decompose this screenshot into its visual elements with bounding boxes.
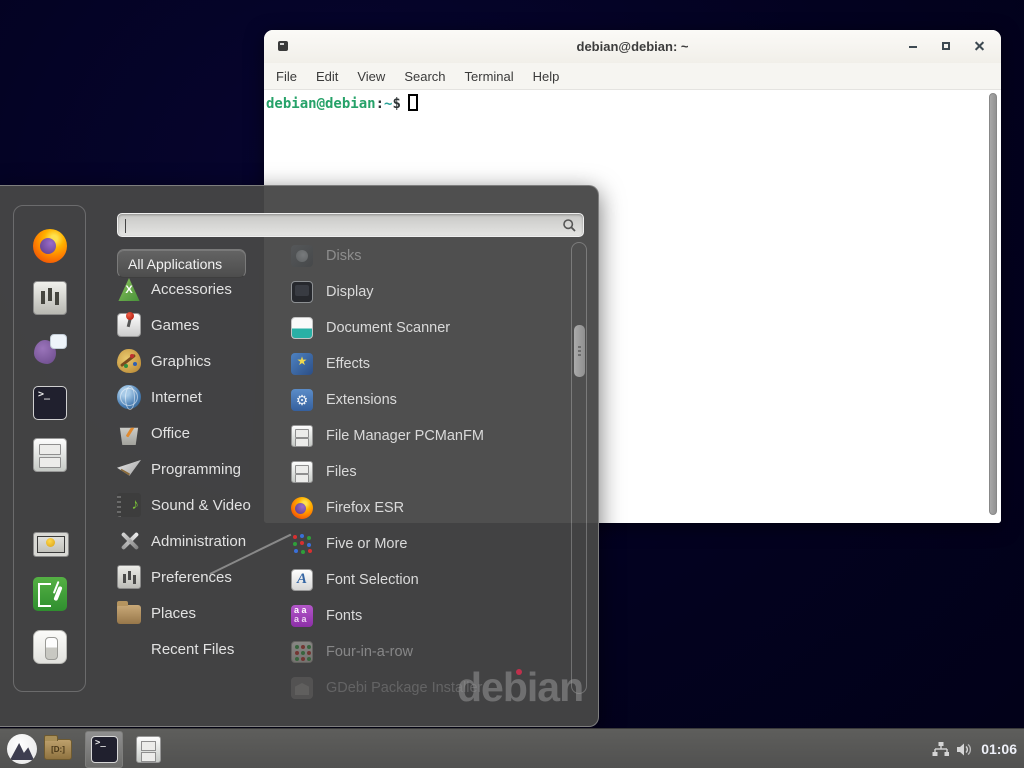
menu-help[interactable]: Help <box>533 69 560 84</box>
places-icon <box>117 605 141 624</box>
office-icon <box>117 421 141 445</box>
app-fonts[interactable]: Fonts <box>291 601 362 631</box>
firefox-icon[interactable] <box>33 229 67 263</box>
terminal-icon <box>91 736 118 763</box>
five-or-more-icon <box>291 533 313 555</box>
file-cabinet-icon[interactable] <box>33 438 67 472</box>
shutdown-icon[interactable] <box>33 630 67 664</box>
all-applications-label: All Applications <box>128 256 222 272</box>
maximize-icon[interactable] <box>941 41 952 52</box>
menu-view[interactable]: View <box>357 69 385 84</box>
volume-icon[interactable] <box>956 741 974 758</box>
effects-icon <box>291 353 313 375</box>
menu-scrollbar-thumb[interactable] <box>574 325 585 377</box>
clock[interactable]: 01:06 <box>981 741 1017 757</box>
app-file-manager-pcmanfm[interactable]: File Manager PCManFM <box>291 421 484 451</box>
category-office[interactable]: Office <box>117 418 190 448</box>
category-places[interactable]: Places <box>117 598 196 628</box>
terminal-task-button[interactable] <box>85 731 123 768</box>
app-files[interactable]: Files <box>291 457 357 487</box>
app-four-in-a-row[interactable]: Four-in-a-row <box>291 637 413 667</box>
network-icon[interactable] <box>932 741 949 758</box>
screensaver-icon[interactable] <box>33 530 67 564</box>
terminal-cursor <box>408 94 418 111</box>
extensions-icon <box>291 389 313 411</box>
search-box <box>117 213 584 237</box>
graphics-icon <box>117 349 141 373</box>
terminal-icon[interactable] <box>33 386 67 420</box>
category-accessories[interactable]: Accessories <box>117 274 232 304</box>
prompt-colon: : <box>376 96 384 112</box>
app-extensions[interactable]: Extensions <box>291 385 397 415</box>
disks-icon <box>291 245 313 267</box>
terminal-window-icon <box>278 41 288 51</box>
app-effects[interactable]: Effects <box>291 349 370 379</box>
category-games[interactable]: Games <box>117 310 199 340</box>
prompt-dollar: $ <box>392 96 400 112</box>
prompt-user-host: debian@debian <box>266 96 376 112</box>
menu-file[interactable]: File <box>276 69 297 84</box>
menu-scrollbar-track[interactable] <box>571 242 587 694</box>
app-document-scanner[interactable]: Document Scanner <box>291 313 450 343</box>
close-icon[interactable] <box>974 41 985 52</box>
app-gdebi-package-installer[interactable]: GDebi Package Installer <box>291 673 482 703</box>
pidgin-icon[interactable] <box>33 332 67 366</box>
file-cabinet-icon <box>291 425 313 447</box>
app-font-selection[interactable]: Font Selection <box>291 565 419 595</box>
desktop: debian@debian: ~ File Edit View Search T… <box>0 0 1024 768</box>
app-disks[interactable]: Disks <box>291 241 361 271</box>
terminal-menubar: File Edit View Search Terminal Help <box>264 63 1001 90</box>
category-recent-files[interactable]: Recent Files <box>117 634 234 664</box>
control-center-icon[interactable] <box>33 281 67 315</box>
debian-watermark-dot <box>516 669 522 675</box>
app-firefox-esr[interactable]: Firefox ESR <box>291 493 404 523</box>
category-graphics[interactable]: Graphics <box>117 346 211 376</box>
application-menu: All Applications Accessories Games Graph… <box>0 185 599 727</box>
internet-icon <box>117 385 141 409</box>
menu-search[interactable]: Search <box>404 69 445 84</box>
programming-icon <box>117 457 141 481</box>
text-caret <box>125 219 126 233</box>
document-scanner-icon <box>291 317 313 339</box>
display-icon <box>291 281 313 303</box>
search-icon <box>562 218 577 233</box>
terminal-titlebar[interactable]: debian@debian: ~ <box>264 30 1001 63</box>
file-cabinet-icon[interactable] <box>136 736 161 763</box>
minimize-icon[interactable] <box>908 41 919 52</box>
category-sound-video[interactable]: Sound & Video <box>117 490 251 520</box>
sound-video-icon <box>117 493 141 517</box>
menu-button[interactable] <box>7 734 37 764</box>
fonts-icon <box>291 605 313 627</box>
app-five-or-more[interactable]: Five or More <box>291 529 407 559</box>
category-programming[interactable]: Programming <box>117 454 241 484</box>
accessories-icon <box>117 277 141 301</box>
gdebi-icon <box>291 677 313 699</box>
search-input[interactable] <box>118 214 583 236</box>
menu-terminal[interactable]: Terminal <box>465 69 514 84</box>
file-cabinet-icon <box>291 461 313 483</box>
category-preferences[interactable]: Preferences <box>117 562 232 592</box>
system-tray: 01:06 <box>932 729 1024 768</box>
terminal-scrollbar[interactable] <box>989 93 997 515</box>
file-manager-d-icon[interactable] <box>44 739 72 760</box>
four-in-a-row-icon <box>291 641 313 663</box>
category-administration[interactable]: Administration <box>117 526 246 556</box>
app-display[interactable]: Display <box>291 277 374 307</box>
category-internet[interactable]: Internet <box>117 382 202 412</box>
terminal-title: debian@debian: ~ <box>264 39 1001 54</box>
logout-icon[interactable] <box>33 577 67 611</box>
administration-icon <box>117 529 141 553</box>
firefox-icon <box>291 497 313 519</box>
games-icon <box>117 313 141 337</box>
preferences-icon <box>117 565 141 589</box>
font-selection-icon <box>291 569 313 591</box>
menu-edit[interactable]: Edit <box>316 69 338 84</box>
taskbar: 01:06 <box>0 728 1024 768</box>
